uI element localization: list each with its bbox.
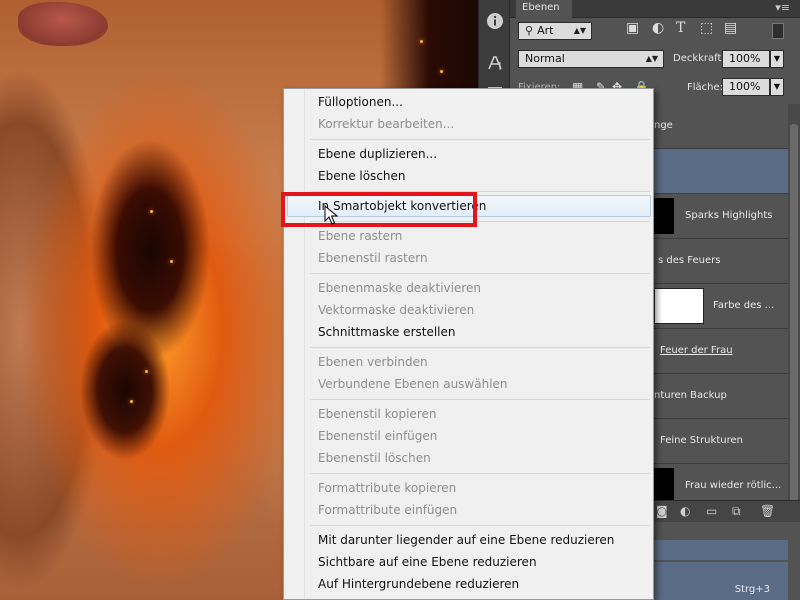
menu-item-clear-layer-style[interactable]: Ebenenstil löschen <box>318 448 431 468</box>
pixel-filter-icon[interactable]: ▣ <box>626 20 639 36</box>
menu-item-paste-layer-style[interactable]: Ebenenstil einfügen <box>318 426 437 446</box>
menu-item-paste-shape-attributes[interactable]: Formattribute einfügen <box>318 500 457 520</box>
menu-item-delete-layer[interactable]: Ebene löschen <box>318 166 406 186</box>
new-layer-icon[interactable]: ⧉ <box>732 504 741 519</box>
menu-item-rasterize-layer[interactable]: Ebene rastern <box>318 226 402 246</box>
shortcut-label: Strg+3 <box>734 584 770 595</box>
scrollbar-thumb[interactable] <box>790 124 798 504</box>
menu-item-duplicate-layer[interactable]: Ebene duplizieren... <box>318 144 437 164</box>
menu-item-disable-layer-mask[interactable]: Ebenenmaske deaktivieren <box>318 278 481 298</box>
menu-item-select-linked-layers[interactable]: Verbundene Ebenen auswählen <box>318 374 508 394</box>
layer-mask-thumbnail[interactable] <box>654 468 674 504</box>
filter-value: Art <box>537 24 554 37</box>
layer-mask-thumbnail[interactable] <box>654 288 704 324</box>
menu-separator <box>310 139 650 140</box>
menu-item-rasterize-layer-style[interactable]: Ebenenstil rastern <box>318 248 428 268</box>
artwork-lips <box>18 2 108 46</box>
artwork-spark <box>145 370 148 373</box>
mouse-cursor-icon <box>324 205 338 225</box>
menu-separator <box>310 347 650 348</box>
artwork-spark <box>440 70 443 73</box>
layer-name: Feine Strukturen <box>660 435 743 446</box>
smartobject-filter-icon[interactable]: ▤ <box>724 20 737 36</box>
menu-item-copy-shape-attributes[interactable]: Formattribute kopieren <box>318 478 456 498</box>
layer-name: Feuer der Frau <box>660 345 733 356</box>
menu-separator <box>310 273 650 274</box>
character-icon[interactable] <box>483 52 507 74</box>
menu-item-link-layers[interactable]: Ebenen verbinden <box>318 352 428 372</box>
opacity-input[interactable]: 100% <box>722 50 770 68</box>
fill-label: Fläche: <box>687 82 724 93</box>
menu-separator <box>310 473 650 474</box>
layer-name: Farbe des ... <box>713 300 775 311</box>
menu-item-create-clipping-mask[interactable]: Schnittmaske erstellen <box>318 322 456 342</box>
trash-icon[interactable]: 🗑 <box>760 504 775 518</box>
add-mask-icon[interactable]: ◙ <box>656 504 668 518</box>
artwork-spark <box>420 40 423 43</box>
menu-item-disable-vector-mask[interactable]: Vektormaske deaktivieren <box>318 300 474 320</box>
menu-item-copy-layer-style[interactable]: Ebenenstil kopieren <box>318 404 436 424</box>
layer-name: s des Feuers <box>658 255 721 266</box>
new-group-icon[interactable]: ▭ <box>706 504 717 518</box>
layer-filter-select[interactable]: ⚲ Art ▲▼ <box>518 22 592 40</box>
menu-icon-gutter <box>304 89 305 599</box>
menu-item-merge-visible[interactable]: Sichtbare auf eine Ebene reduzieren <box>318 552 537 572</box>
layer-name: Frau wieder rötlic... <box>685 480 782 491</box>
type-filter-icon[interactable]: T <box>676 20 685 36</box>
shape-filter-icon[interactable]: ⬚ <box>700 20 713 36</box>
filter-toggle-switch[interactable] <box>772 23 784 39</box>
menu-separator <box>310 525 650 526</box>
menu-item-merge-down[interactable]: Mit darunter liegender auf eine Ebene re… <box>318 530 614 550</box>
search-icon: ⚲ <box>525 24 534 37</box>
opacity-dropdown-button[interactable]: ▼ <box>770 50 784 68</box>
panel-menu-icon[interactable]: ▾≡ <box>775 1 790 14</box>
artwork-spark <box>170 260 173 263</box>
updown-arrow-icon: ▲▼ <box>573 26 586 35</box>
layer-mask-thumbnail[interactable] <box>654 198 674 234</box>
menu-item-flatten-image[interactable]: Auf Hintergrundebene reduzieren <box>318 574 519 594</box>
menu-separator <box>310 399 650 400</box>
panel-tab-bar: Ebenen ▾≡ <box>510 0 800 18</box>
fill-dropdown-button[interactable]: ▼ <box>770 78 784 96</box>
adjustment-filter-icon[interactable]: ◐ <box>652 20 664 36</box>
menu-item-fill-options[interactable]: Fülloptionen... <box>318 92 403 112</box>
opacity-label: Deckkraft: <box>673 53 725 64</box>
layer-name: Sparks Highlights <box>685 210 773 221</box>
tab-layers[interactable]: Ebenen <box>516 0 572 18</box>
menu-item-edit-adjustment[interactable]: Korrektur bearbeiten... <box>318 114 454 134</box>
layer-context-menu: Fülloptionen... Korrektur bearbeiten... … <box>283 88 654 600</box>
layer-name: nge <box>654 120 673 131</box>
blend-mode-select[interactable]: Normal ▲▼ <box>518 50 664 68</box>
menu-item-convert-to-smart-object[interactable]: In Smartobjekt konvertieren <box>318 196 486 216</box>
info-icon[interactable] <box>483 10 507 32</box>
artwork-spark <box>130 400 133 403</box>
updown-arrow-icon: ▲▼ <box>645 54 658 63</box>
menu-separator <box>310 191 650 192</box>
fill-input[interactable]: 100% <box>722 78 770 96</box>
layer-list-scrollbar[interactable] <box>788 104 800 534</box>
menu-separator <box>310 221 650 222</box>
new-adjustment-layer-icon[interactable]: ◐ <box>680 504 690 518</box>
layer-name: nturen Backup <box>654 390 727 401</box>
blend-mode-value: Normal <box>525 52 565 65</box>
artwork-spark <box>150 210 153 213</box>
